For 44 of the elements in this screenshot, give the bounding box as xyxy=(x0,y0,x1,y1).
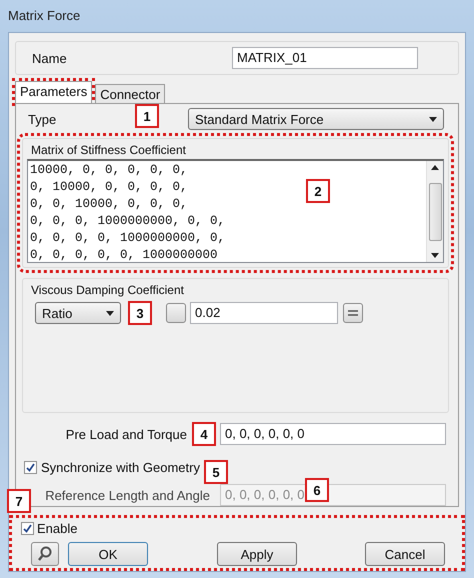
matrix-line: 10000, 0, 0, 0, 0, 0, xyxy=(30,162,188,179)
matrix-line: 0, 0, 0, 0, 1000000000, 0, xyxy=(30,230,226,247)
type-label: Type xyxy=(28,112,58,126)
callout-number: 1 xyxy=(135,104,159,128)
name-field[interactable]: MATRIX_01 xyxy=(232,47,418,69)
dialog-button[interactable]: OK xyxy=(68,542,148,566)
equals-button[interactable] xyxy=(343,303,363,323)
matrix-text-area[interactable]: 10000, 0, 0, 0, 0, 0, 0, 10000, 0, 0, 0, 0, 0, 0, 10000, 0, 0, 0, 0, 0, 0, 1000000000, 0, 0, 0, 0, 0, 0, 1000000000, 0, 0, 0, 0, 0, 0, 1000000000 2 xyxy=(27,159,444,263)
damping-field[interactable]: 0.02 xyxy=(190,302,338,324)
checkbox[interactable] xyxy=(21,522,34,535)
caret-icon xyxy=(429,116,437,122)
toggle-button[interactable] xyxy=(166,303,186,323)
dialog-button[interactable]: Cancel xyxy=(365,542,445,566)
dialog-button[interactable]: Apply xyxy=(217,542,297,566)
checkbox-label: Synchronize with Geometry xyxy=(41,460,200,474)
equals-icon xyxy=(348,310,358,316)
group-title: Viscous Damping Coefficient xyxy=(31,283,185,297)
caret-icon xyxy=(431,253,439,258)
checkbox-label: Enable xyxy=(37,521,78,536)
tab[interactable]: Parameters xyxy=(15,81,92,103)
mode-dropdown[interactable]: Ratio xyxy=(35,302,121,324)
callout-number: 7 xyxy=(7,489,31,513)
preload-label: Pre Load and Torque xyxy=(66,426,187,442)
window-title: Matrix Force xyxy=(8,7,82,25)
checkbox[interactable] xyxy=(24,460,37,474)
tool-button[interactable] xyxy=(31,542,59,566)
matrix-line: 0, 0, 10000, 0, 0, 0, xyxy=(30,196,188,213)
callout-number: 6 xyxy=(305,478,329,502)
name-label: Name xyxy=(32,50,67,66)
matrix-line: 0, 10000, 0, 0, 0, 0, xyxy=(30,179,188,196)
caret-icon xyxy=(431,165,439,170)
type-dropdown[interactable]: Standard Matrix Force xyxy=(188,108,444,130)
caret-icon xyxy=(106,310,114,316)
callout-number: 5 xyxy=(204,460,228,484)
tab[interactable]: Connector xyxy=(95,84,166,103)
callout-number: 2 xyxy=(306,179,330,203)
scrollbar[interactable] xyxy=(426,161,443,262)
matrix-line: 0, 0, 0, 0, 0, 1000000000 xyxy=(30,247,218,262)
group-title: Matrix of Stiffness Coefficient xyxy=(31,143,187,157)
callout-number: 4 xyxy=(192,422,216,446)
matrix-line: 0, 0, 0, 1000000000, 0, 0, xyxy=(30,213,226,230)
callout-number: 3 xyxy=(128,301,152,325)
preload-field[interactable]: 0, 0, 0, 0, 0, 0 xyxy=(220,423,446,445)
reference-label: Reference Length and Angle xyxy=(45,488,210,502)
